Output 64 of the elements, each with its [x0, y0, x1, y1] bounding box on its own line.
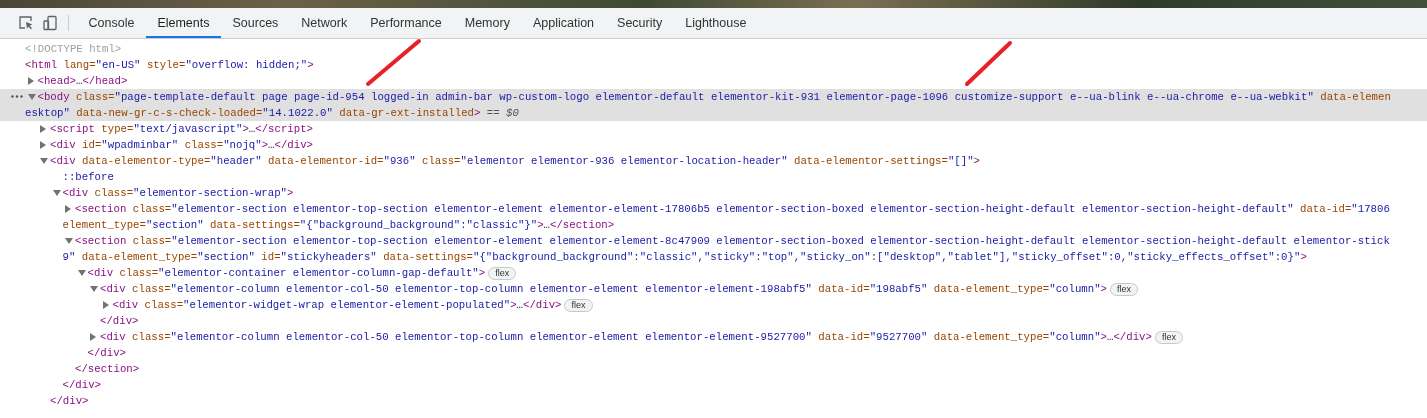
code-line: 9" data-element_type="section" id="stickyheaders" data-settings="{"background_background":"classic","sticky":"top","sticky_on":["desktop","tablet"],"sticky_offset":0,"sticky_effects_offset":0}"> [62, 250, 1307, 265]
code-line: </section> [75, 362, 140, 377]
code-line: esktop" data-new-gr-c-s-check-loaded="14.1022.0" data-gr-ext-installed> == $0 [25, 106, 519, 121]
code-line: </div> [62, 378, 101, 393]
right-triangle-icon[interactable] [40, 125, 47, 133]
dom-node[interactable]: <div class="elementor-column elementor-col-50 elementor-top-column elementor-element elementor-element-9527700" data-id="9527700" data-element_type="column">…</div> flex [0, 329, 1427, 345]
panel-tab[interactable]: Application [521, 8, 606, 38]
dom-node[interactable]: <html lang="en-US" style="overflow: hidden;"> [0, 57, 1427, 73]
down-triangle-icon[interactable] [27, 93, 36, 101]
code-line: ::before [62, 170, 114, 185]
right-triangle-icon[interactable] [90, 333, 97, 341]
panel-tab[interactable]: Performance [358, 8, 454, 38]
panel-tab[interactable]: Sources [221, 8, 290, 38]
down-triangle-icon[interactable] [90, 285, 98, 293]
code-line: <div id="wpadminbar" class="nojq">…</div> [50, 138, 313, 153]
code-line: <div class="elementor-column elementor-col-50 elementor-top-column elementor-element elementor-element-9527700" data-id="9527700" data-element_type="column">…</div> [100, 330, 1152, 345]
code-line: </div> [87, 346, 126, 361]
right-triangle-icon[interactable] [27, 77, 35, 85]
code-line: <html lang="en-US" style="overflow: hidden;"> [25, 58, 314, 73]
code-line: <section class="elementor-section elementor-top-section elementor-element elementor-element-17806b5 elementor-section-boxed elementor-section-height-default elementor-section-height-default" data-id="17806 [75, 202, 1390, 217]
down-triangle-icon[interactable] [52, 189, 61, 197]
dom-node[interactable]: <div class="elementor-column elementor-col-50 elementor-top-column elementor-element elementor-element-198abf5" data-id="198abf5" data-element_type="column"> flex [0, 281, 1427, 297]
device-toggle-icon[interactable] [42, 15, 58, 31]
flex-badge[interactable]: flex [564, 298, 593, 312]
dom-node[interactable]: <head>…</head> [0, 73, 1427, 89]
panel-tab[interactable]: Network [289, 8, 359, 38]
code-line: <div class="elementor-column elementor-col-50 elementor-top-column elementor-element elementor-element-198abf5" data-id="198abf5" data-element_type="column"> [100, 282, 1107, 297]
down-triangle-icon[interactable] [77, 269, 86, 277]
inspect-cursor-icon[interactable] [18, 15, 34, 31]
code-line: element_type="section" data-settings="{"background_background":"classic"}">…</section> [62, 218, 615, 233]
down-triangle-icon[interactable] [40, 157, 48, 165]
dom-node[interactable]: <div class="elementor-section-wrap"> [0, 185, 1427, 201]
code-line: <body class="page-template-default page page-id-954 logged-in admin-bar wp-custom-logo elementor-default elementor-kit-931 elementor-page-1096 customize-support e--ua-blink e--ua-chrome e--ua-webkit" data-elemen [37, 90, 1391, 105]
panel-tab[interactable]: Security [605, 8, 674, 38]
dom-node[interactable]: <div class="elementor-widget-wrap elementor-element-populated">…</div> flex [0, 297, 1427, 313]
panel-tab[interactable]: Console [77, 8, 146, 38]
down-triangle-icon[interactable] [65, 237, 73, 245]
dom-node[interactable]: <div class="elementor-container elementor-column-gap-default"> flex [0, 265, 1427, 281]
dom-node[interactable]: <div id="wpadminbar" class="nojq">…</div> [0, 137, 1427, 153]
code-line: <div data-elementor-type="header" data-elementor-id="936" class="elementor elementor-936 elementor-location-header" data-elementor-settings="[]"> [50, 154, 980, 169]
annotation-stroke [964, 40, 1014, 88]
flex-badge[interactable]: flex [1154, 330, 1183, 344]
flex-badge[interactable]: flex [488, 266, 517, 280]
right-triangle-icon[interactable] [102, 301, 110, 309]
dom-node[interactable]: <div data-elementor-type="header" data-elementor-id="936" class="elementor elementor-936 elementor-location-header" data-elementor-settings="[]"> [0, 153, 1427, 169]
code-line: <div class="elementor-section-wrap"> [62, 186, 294, 201]
dom-node[interactable]: ::before [0, 169, 1427, 185]
annotation-stroke [365, 38, 423, 88]
flex-badge[interactable]: flex [1110, 282, 1138, 296]
more-dots-icon[interactable] [11, 95, 23, 98]
panel-tab[interactable]: Lighthouse [673, 8, 758, 38]
code-line: <div class="elementor-container elementor-column-gap-default"> [87, 266, 486, 281]
code-line: <script type="text/javascript">…</script> [50, 122, 313, 137]
code-line: <div class="elementor-widget-wrap elementor-element-populated">…</div> [112, 298, 562, 313]
code-line: </div> [100, 314, 139, 329]
dom-node[interactable]: <script type="text/javascript">…</script> [0, 121, 1427, 137]
code-line: <!DOCTYPE html> [25, 42, 122, 57]
code-line: <head>…</head> [37, 74, 128, 89]
dom-node[interactable] [0, 89, 1427, 121]
right-triangle-icon[interactable] [65, 205, 72, 213]
right-triangle-icon[interactable] [40, 141, 47, 149]
code-line: <section class="elementor-section elementor-top-section elementor-element elementor-element-8c47909 elementor-section-boxed elementor-section-height-default elementor-section-height-default elementor-stick [75, 234, 1390, 249]
code-line: </div> [50, 394, 89, 409]
panel-tab[interactable]: Memory [453, 8, 522, 38]
